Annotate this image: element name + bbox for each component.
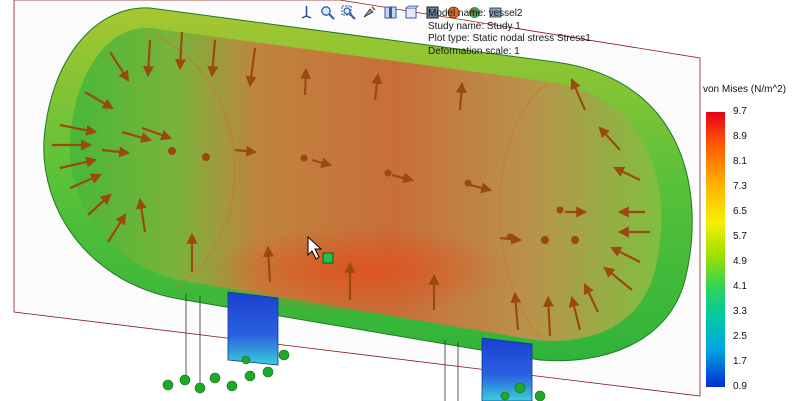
view-orientation-icon[interactable]	[403, 4, 420, 21]
study-info-panel: Model name: vessel2 Study name: Study 1 …	[428, 8, 591, 58]
orient-icon[interactable]	[298, 4, 315, 21]
legend-label: 6.5	[733, 206, 747, 217]
legend-label: 3.3	[733, 306, 747, 317]
legend-label: 1.7	[733, 356, 747, 367]
legend-label: 5.7	[733, 231, 747, 242]
legend-label: 2.5	[733, 331, 747, 342]
deformation-scale-text: Deformation scale: 1	[428, 45, 520, 57]
zoom-area-icon[interactable]	[340, 4, 357, 21]
model-name-text: Model name: vessel2	[428, 8, 523, 19]
legend-label: 0.9	[733, 381, 747, 392]
zoom-to-fit-icon[interactable]	[319, 4, 336, 21]
legend-label: 4.9	[733, 256, 747, 267]
rotate-view-icon[interactable]	[361, 4, 378, 21]
legend-color-bar[interactable]	[706, 112, 725, 387]
legend-label: 9.7	[733, 106, 747, 117]
legend-label: 4.1	[733, 281, 747, 292]
legend-label: 7.3	[733, 181, 747, 192]
legend-title: von Mises (N/m^2)	[703, 84, 787, 95]
section-view-icon[interactable]	[382, 4, 399, 21]
legend-label: 8.1	[733, 156, 747, 167]
probe-marker[interactable]	[322, 252, 334, 264]
model-viewport[interactable]	[0, 0, 800, 401]
plot-type-text: Plot type: Static nodal stress Stress1	[428, 33, 591, 44]
legend-label: 8.9	[733, 131, 747, 142]
study-name-text: Study name: Study 1	[428, 20, 521, 32]
